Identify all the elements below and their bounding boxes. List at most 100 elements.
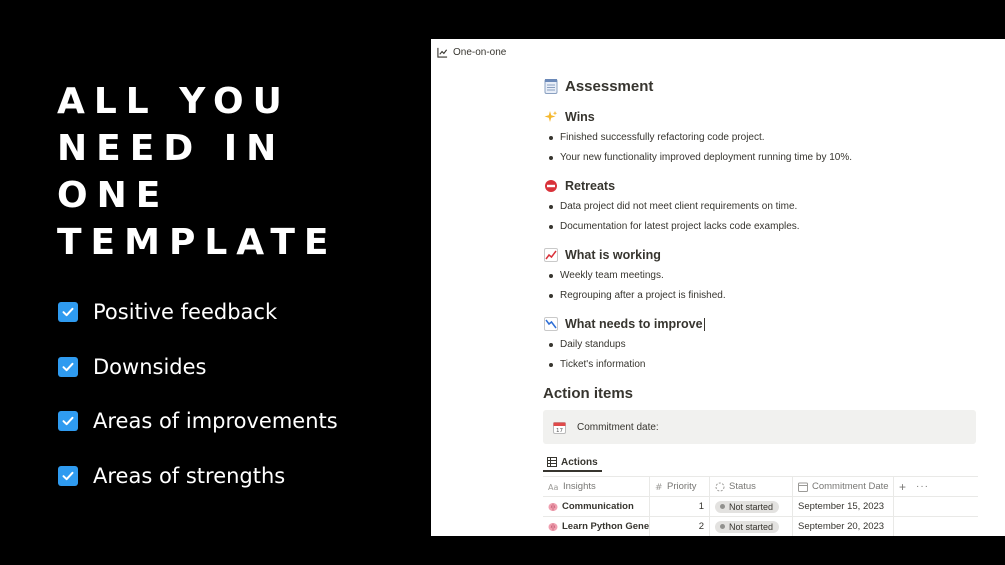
list-item[interactable]: Weekly team meetings. [543, 266, 983, 286]
section-title: What is working [565, 248, 661, 262]
status-badge: Not started [715, 500, 780, 513]
feature-item: Areas of strengths [58, 459, 398, 493]
section-title: Retreats [565, 179, 616, 193]
priority-cell[interactable]: 2 [650, 517, 710, 536]
hero-title: ALL YOU NEED IN ONE TEMPLATE [57, 78, 397, 266]
priority-cell[interactable]: 1 [650, 497, 710, 516]
table-header-actions: + ··· [894, 477, 978, 496]
callout-text: Commitment date: [577, 421, 659, 433]
status-cell[interactable]: Not started [710, 517, 793, 536]
feature-item: Downsides [58, 350, 398, 384]
tab-actions[interactable]: Actions [543, 454, 602, 472]
list-item[interactable]: Data project did not meet client require… [543, 197, 983, 217]
column-header-priority[interactable]: # Priority [650, 477, 710, 496]
column-label: Status [729, 481, 756, 492]
checkbox-checked-icon [58, 411, 78, 431]
svg-text:17: 17 [556, 428, 563, 434]
insight-cell[interactable]: Communication [543, 497, 650, 516]
list-item[interactable]: Documentation for latest project lacks c… [543, 217, 983, 237]
empty-cell [894, 497, 978, 516]
status-property-icon [715, 482, 725, 491]
breadcrumb-label[interactable]: One-on-one [453, 47, 506, 58]
chart-down-icon [543, 316, 559, 332]
notepad-icon [543, 78, 559, 94]
add-property-icon[interactable]: + [899, 480, 906, 494]
no-entry-icon [543, 178, 559, 194]
checkbox-checked-icon [58, 302, 78, 322]
text-property-icon: Aa [548, 483, 558, 491]
hero-line: ALL YOU [57, 81, 291, 122]
insight-text: Communication [562, 501, 634, 512]
section-heading-retreats[interactable]: Retreats [543, 177, 983, 195]
section-heading-working[interactable]: What is working [543, 246, 983, 264]
page-title-text: Assessment [565, 77, 654, 95]
empty-cell [894, 517, 978, 536]
hero-line: NEED IN [57, 128, 286, 169]
feature-label: Downsides [93, 354, 207, 379]
feature-list: Positive feedback Downsides Areas of imp… [58, 295, 398, 513]
section-heading-wins[interactable]: Wins [543, 108, 983, 126]
calendar-icon: 17 [551, 419, 567, 435]
list-item[interactable]: Daily standups [543, 335, 983, 355]
section-title: What needs to improve [565, 317, 703, 331]
table-icon [547, 457, 557, 467]
date-property-icon [798, 482, 808, 492]
checkbox-checked-icon [58, 356, 78, 377]
status-text: Not started [729, 501, 774, 512]
column-label: Priority [667, 481, 697, 492]
hero-line: TEMPLATE [57, 222, 338, 263]
tab-label: Actions [561, 456, 598, 468]
bullet-list: Daily standups Ticket's information [543, 335, 983, 375]
status-dot [720, 524, 725, 529]
action-items-heading[interactable]: Action items [543, 385, 983, 405]
list-item[interactable]: Finished successfully refactoring code p… [543, 128, 983, 148]
brain-icon [548, 502, 558, 511]
feature-label: Areas of improvements [93, 409, 338, 433]
list-item[interactable]: Ticket's information [543, 355, 983, 375]
table-header-row: Aa Insights # Priority Status Commitment… [543, 477, 978, 497]
hero-line: ONE [57, 175, 170, 216]
feature-item: Positive feedback [58, 295, 398, 329]
svg-text:#: # [655, 483, 663, 491]
list-item[interactable]: Regrouping after a project is finished. [543, 286, 983, 306]
section-title: Wins [565, 110, 595, 124]
column-label: Insights [563, 481, 596, 492]
status-cell[interactable]: Not started [710, 497, 793, 516]
table-row[interactable]: Communication 1 Not started September 15… [543, 497, 978, 517]
notion-page: One-on-one Assessment Wins Finished succ… [431, 39, 1005, 536]
more-options-icon[interactable]: ··· [916, 481, 929, 492]
bullet-list: Data project did not meet client require… [543, 197, 983, 237]
column-header-status[interactable]: Status [710, 477, 793, 496]
bullet-list: Weekly team meetings. Regrouping after a… [543, 266, 983, 306]
column-header-commitment-date[interactable]: Commitment Date [793, 477, 894, 496]
brain-icon [548, 522, 558, 531]
page-title[interactable]: Assessment [543, 76, 983, 96]
chart-up-icon [437, 47, 448, 58]
insight-cell[interactable]: Learn Python Gene [543, 517, 650, 536]
feature-item: Areas of improvements [58, 404, 398, 438]
column-header-insights[interactable]: Aa Insights [543, 477, 650, 496]
svg-text:Aa: Aa [548, 483, 558, 491]
sparkles-icon [543, 109, 559, 125]
date-cell[interactable]: September 20, 2023 [793, 517, 894, 536]
section-heading-improve[interactable]: What needs to improve [543, 315, 983, 333]
breadcrumb[interactable]: One-on-one [437, 47, 506, 58]
column-label: Commitment Date [812, 481, 889, 492]
number-property-icon: # [655, 483, 663, 491]
text-cursor [703, 317, 705, 331]
page-content: Assessment Wins Finished successfully re… [543, 76, 983, 536]
date-cell[interactable]: September 15, 2023 [793, 497, 894, 516]
insight-text: Learn Python Gene [562, 521, 650, 532]
bullet-list: Finished successfully refactoring code p… [543, 128, 983, 168]
chart-up-icon [543, 247, 559, 263]
feature-label: Areas of strengths [93, 463, 286, 488]
actions-table: Aa Insights # Priority Status Commitment… [543, 476, 978, 536]
status-text: Not started [729, 521, 774, 532]
status-badge: Not started [715, 520, 780, 533]
feature-label: Positive feedback [93, 300, 278, 324]
commitment-callout[interactable]: 17 Commitment date: [543, 410, 976, 444]
list-item[interactable]: Your new functionality improved deployme… [543, 148, 983, 168]
checkbox-checked-icon [58, 465, 78, 486]
status-dot [720, 504, 725, 509]
table-row[interactable]: Learn Python Gene 2 Not started Septembe… [543, 517, 978, 536]
